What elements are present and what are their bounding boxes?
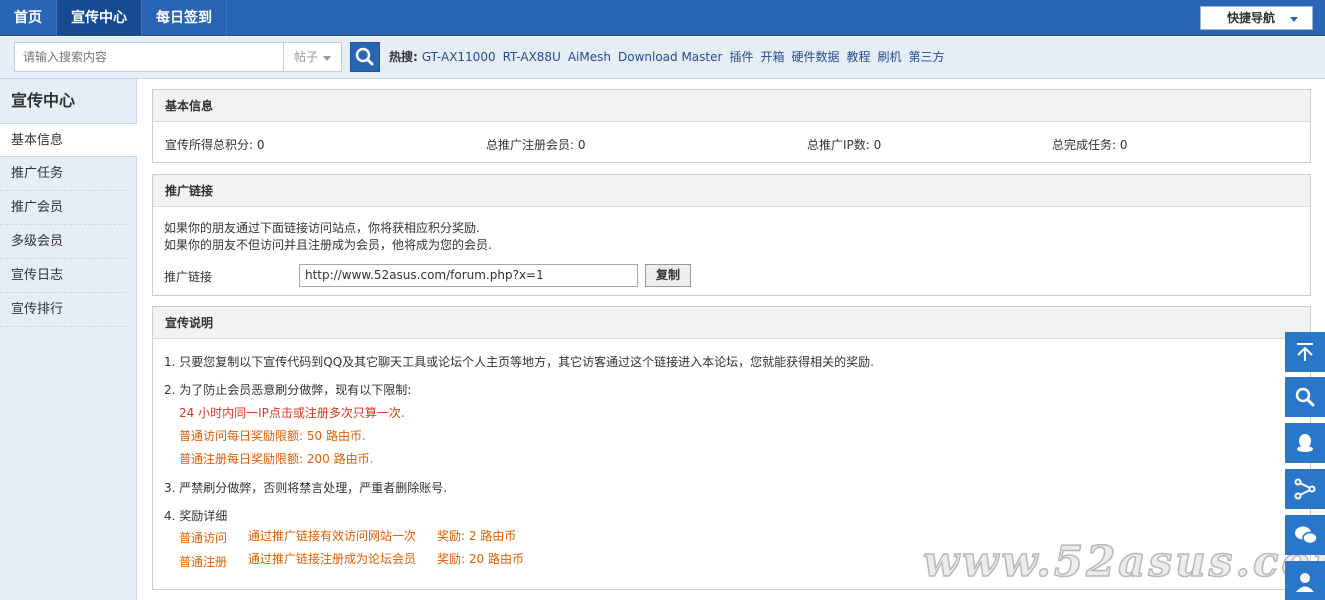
hot-word[interactable]: 硬件数据 bbox=[791, 42, 839, 72]
hot-search-list: 热搜: GT-AX11000 RT-AX88U AiMesh Download … bbox=[389, 42, 952, 72]
hot-word[interactable]: 教程 bbox=[846, 42, 870, 72]
nav-promotion-center[interactable]: 宣传中心 bbox=[57, 0, 142, 36]
hot-word[interactable]: AiMesh bbox=[568, 42, 611, 72]
search-bar: 帖子 热搜: GT-AX11000 RT-AX88U AiMesh Downlo… bbox=[0, 37, 1325, 79]
limit-line: 普通注册每日奖励限额: 200 路由币. bbox=[179, 452, 374, 466]
promo-desc-line: 如果你的朋友不但访问并且注册成为会员，他将成为您的会员. bbox=[164, 238, 492, 252]
nav-daily-checkin[interactable]: 每日签到 bbox=[142, 0, 227, 36]
site-watermark: www.52asus.com bbox=[922, 536, 1325, 587]
sidebar-item-multi-level-members[interactable]: 多级会员 bbox=[0, 225, 126, 259]
share-button[interactable] bbox=[1285, 469, 1325, 509]
basic-info-panel: 基本信息 宣传所得总积分: 0 总推广注册会员: 0 总推广IP数: 0 总完成… bbox=[152, 89, 1311, 163]
reward-type: 普通访问 bbox=[179, 531, 228, 545]
sidebar-item-basic-info[interactable]: 基本信息 bbox=[0, 123, 137, 157]
panel-title: 推广链接 bbox=[153, 175, 1310, 207]
stat-total-points: 宣传所得总积分: 0 bbox=[165, 138, 265, 152]
reward-amount: 奖励: 20 路由币 bbox=[437, 552, 524, 566]
search-type-label: 帖子 bbox=[294, 50, 319, 64]
search-type-select[interactable]: 帖子 bbox=[283, 42, 342, 72]
hot-word[interactable]: 开箱 bbox=[760, 42, 784, 72]
back-to-top-icon bbox=[1297, 343, 1313, 361]
hot-word[interactable]: 第三方 bbox=[909, 42, 945, 72]
sidebar-item-promo-log[interactable]: 宣传日志 bbox=[0, 259, 126, 293]
hot-word[interactable]: GT-AX11000 bbox=[422, 42, 496, 72]
float-search-button[interactable] bbox=[1285, 377, 1325, 417]
customer-service-button[interactable] bbox=[1285, 561, 1325, 600]
promo-link-label: 推广链接 bbox=[164, 270, 213, 284]
caret-down-icon bbox=[1290, 17, 1298, 22]
hot-word[interactable]: 刷机 bbox=[878, 42, 902, 72]
promo-link-field[interactable]: http://www.52asus.com/forum.php?x=1 bbox=[299, 264, 638, 287]
limit-line: 普通访问每日奖励限额: 50 路由币. bbox=[179, 429, 366, 443]
caret-down-icon bbox=[323, 56, 331, 61]
rule-line: 1. 只要您复制以下宣传代码到QQ及其它聊天工具或论坛个人主页等地方，其它访客通… bbox=[164, 355, 874, 369]
customer-service-icon bbox=[1296, 573, 1314, 592]
sidebar-item-promo-tasks[interactable]: 推广任务 bbox=[0, 157, 126, 191]
qq-button[interactable] bbox=[1285, 423, 1325, 463]
stat-total-tasks: 总完成任务: 0 bbox=[1052, 138, 1128, 152]
promo-link-panel: 推广链接 如果你的朋友通过下面链接访问站点，你将获相应积分奖励. 如果你的朋友不… bbox=[152, 174, 1311, 296]
sidebar: 宣传中心 基本信息 推广任务 推广会员 多级会员 宣传日志 宣传排行 bbox=[0, 79, 137, 600]
quick-nav-button[interactable]: 快捷导航 bbox=[1200, 6, 1313, 30]
top-navbar: 首页 宣传中心 每日签到 快捷导航 bbox=[0, 0, 1325, 36]
qq-icon bbox=[1297, 434, 1313, 452]
panel-title: 宣传说明 bbox=[153, 307, 1310, 339]
hot-search-label: 热搜: bbox=[389, 50, 418, 64]
wechat-button[interactable] bbox=[1285, 515, 1325, 555]
nav-home[interactable]: 首页 bbox=[0, 0, 57, 36]
back-to-top-button[interactable] bbox=[1285, 332, 1325, 372]
share-icon bbox=[1294, 478, 1316, 500]
rule-line: 2. 为了防止会员恶意刷分做弊，现有以下限制: bbox=[164, 383, 412, 397]
quick-nav-label: 快捷导航 bbox=[1227, 11, 1276, 25]
hot-word[interactable]: RT-AX88U bbox=[503, 42, 561, 72]
top-nav: 首页 宣传中心 每日签到 bbox=[0, 0, 227, 36]
stat-total-ip: 总推广IP数: 0 bbox=[807, 138, 882, 152]
search-icon bbox=[1295, 387, 1315, 407]
sidebar-item-promo-members[interactable]: 推广会员 bbox=[0, 191, 126, 225]
search-icon bbox=[355, 47, 374, 66]
sidebar-title: 宣传中心 bbox=[11, 91, 76, 110]
wechat-icon bbox=[1295, 526, 1318, 545]
reward-amount: 奖励: 2 路由币 bbox=[437, 529, 517, 543]
sidebar-item-promo-ranking[interactable]: 宣传排行 bbox=[0, 293, 126, 327]
hot-word[interactable]: Download Master bbox=[618, 42, 722, 72]
search-input[interactable] bbox=[14, 42, 284, 72]
rule-line: 3. 严禁刷分做弊，否则将禁言处理，严重者删除账号. bbox=[164, 481, 448, 495]
rule-line: 4. 奖励详细 bbox=[164, 509, 228, 523]
search-button[interactable] bbox=[350, 42, 380, 72]
reward-desc: 通过推广链接有效访问网站一次 bbox=[248, 529, 417, 543]
limit-line: 24 小时内同一IP点击或注册多次只算一次. bbox=[179, 406, 405, 420]
hot-word[interactable]: 插件 bbox=[729, 42, 753, 72]
reward-type: 普通注册 bbox=[179, 555, 228, 569]
copy-button[interactable]: 复制 bbox=[645, 264, 691, 287]
promo-desc-line: 如果你的朋友通过下面链接访问站点，你将获相应积分奖励. bbox=[164, 221, 480, 235]
stat-total-registered: 总推广注册会员: 0 bbox=[486, 138, 586, 152]
panel-title: 基本信息 bbox=[153, 90, 1310, 122]
reward-desc: 通过推广链接注册成为论坛会员 bbox=[248, 552, 417, 566]
